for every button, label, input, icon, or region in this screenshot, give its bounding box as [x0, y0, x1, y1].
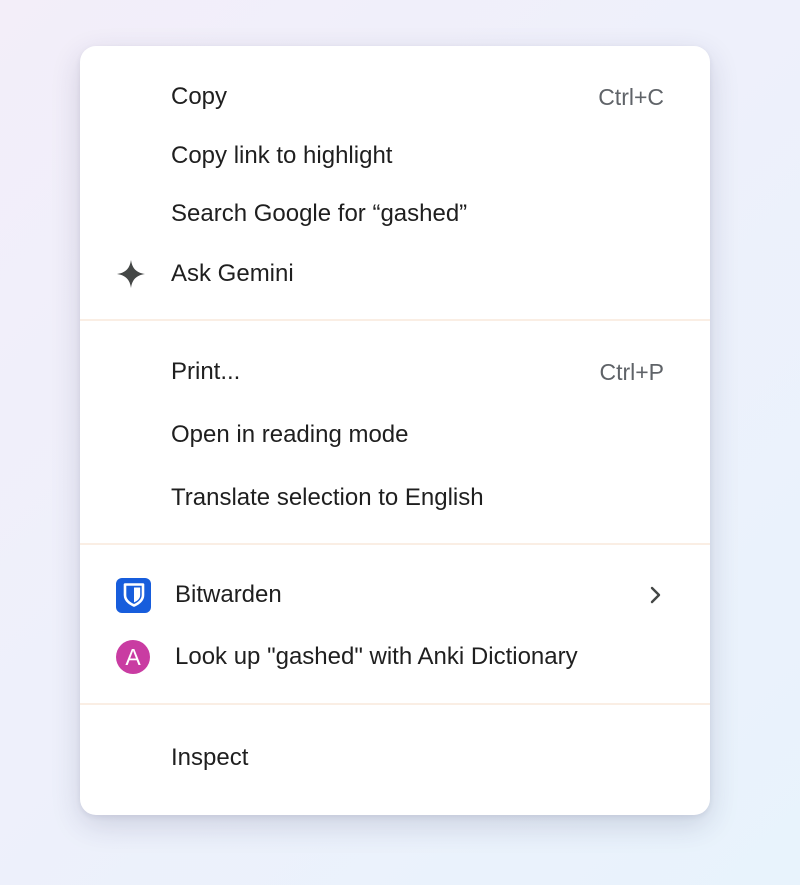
menu-item-label: Open in reading mode [171, 421, 409, 448]
menu-item-print[interactable]: Print... Ctrl+P [80, 352, 710, 392]
menu-item-copy-link-to-highlight[interactable]: Copy link to highlight [80, 136, 710, 176]
menu-item-label: Inspect [171, 744, 249, 771]
menu-item-label: Ask Gemini [171, 260, 294, 287]
menu-item-label: Print... [171, 358, 241, 385]
gemini-sparkle-icon [114, 257, 148, 291]
menu-item-search-google[interactable]: Search Google for “gashed” [80, 194, 710, 234]
menu-item-ask-gemini[interactable]: Ask Gemini [80, 254, 710, 294]
menu-item-translate-selection[interactable]: Translate selection to English [80, 478, 710, 518]
shortcut-copy: Ctrl+C [598, 83, 664, 110]
menu-item-label: Search Google for “gashed” [171, 200, 468, 227]
menu-item-bitwarden[interactable]: Bitwarden [80, 575, 710, 615]
menu-item-open-in-reading-mode[interactable]: Open in reading mode [80, 415, 710, 455]
chevron-right-icon [648, 585, 662, 605]
menu-separator [80, 543, 710, 545]
menu-item-anki-lookup[interactable]: A Look up "gashed" with Anki Dictionary [80, 637, 710, 677]
bitwarden-shield-icon [116, 577, 151, 613]
anki-icon-letter: A [116, 640, 150, 674]
anki-dictionary-icon: A [116, 640, 150, 674]
shortcut-print: Ctrl+P [599, 358, 664, 385]
menu-item-label: Translate selection to English [171, 484, 484, 511]
menu-separator [80, 703, 710, 705]
menu-item-label: Look up "gashed" with Anki Dictionary [175, 643, 578, 670]
context-menu: Copy Ctrl+C Copy link to highlight Searc… [80, 46, 710, 815]
menu-item-label: Copy link to highlight [171, 142, 393, 169]
menu-item-inspect[interactable]: Inspect [80, 738, 710, 778]
menu-separator [80, 319, 710, 321]
menu-item-label: Copy [171, 83, 228, 110]
menu-item-label: Bitwarden [175, 581, 282, 608]
menu-item-copy[interactable]: Copy Ctrl+C [80, 77, 710, 117]
